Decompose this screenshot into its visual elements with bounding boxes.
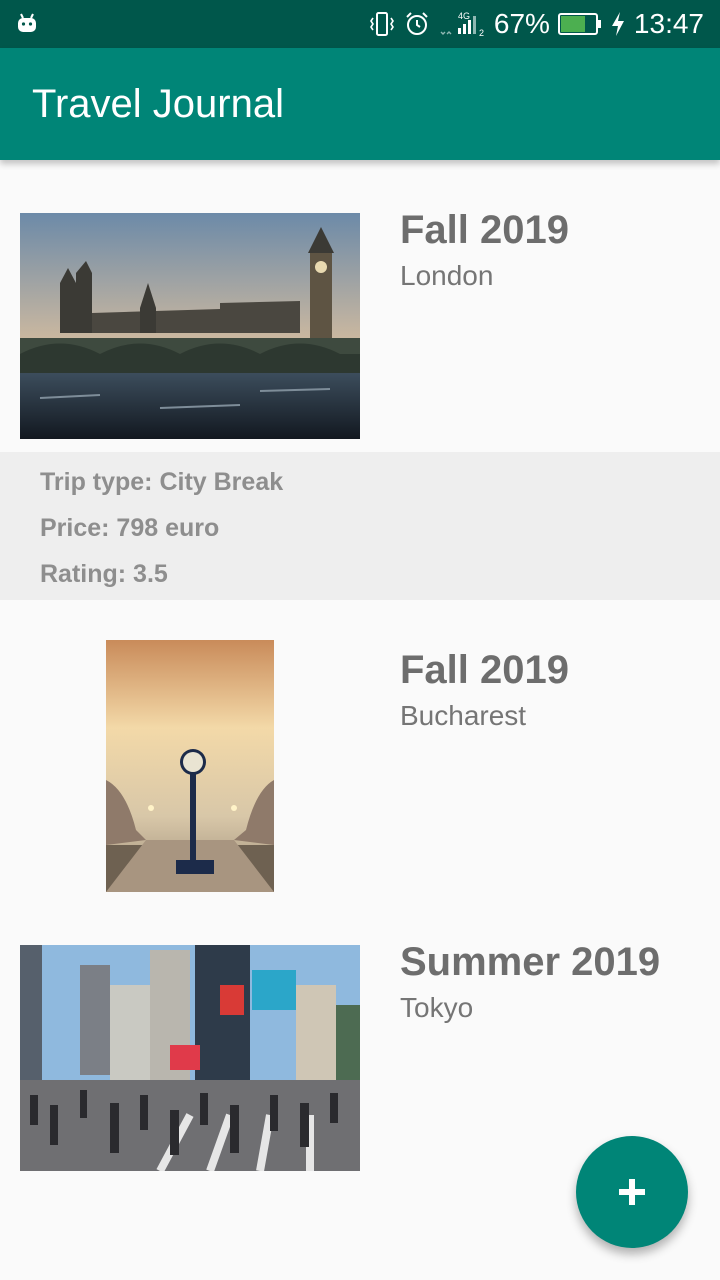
trip-season: Fall 2019	[400, 648, 570, 692]
status-time: 13:47	[633, 8, 704, 39]
trip-city: Tokyo	[400, 992, 474, 1023]
svg-text:4G: 4G	[458, 11, 470, 21]
alarm-icon	[406, 12, 428, 35]
status-bar: 4G 2 67% 13:47	[0, 0, 720, 48]
add-trip-button[interactable]	[576, 1136, 688, 1248]
trip-city: Bucharest	[400, 700, 527, 731]
app-title: Travel Journal	[32, 82, 284, 126]
bucharest-photo	[106, 640, 274, 892]
battery-icon	[557, 13, 601, 35]
app-bar: Travel Journal	[0, 48, 720, 160]
trip-list-item[interactable]: Fall 2019 Bucharest	[0, 600, 720, 920]
price-label: Price: 798 euro	[40, 514, 220, 542]
svg-text:2: 2	[479, 28, 484, 38]
battery-percent: 67%	[493, 8, 550, 39]
android-icon	[18, 13, 36, 32]
signal-icon: 4G 2	[440, 11, 484, 38]
trip-details-panel: Trip type: City Break Price: 798 euro Ra…	[0, 452, 720, 600]
tokyo-photo	[20, 945, 360, 1171]
charging-bolt-icon	[611, 12, 624, 36]
trip-season: Fall 2019	[400, 208, 570, 252]
vibrate-icon	[369, 12, 394, 36]
trip-season: Summer 2019	[400, 940, 661, 984]
trip-type-label: Trip type: City Break	[40, 468, 284, 496]
rating-label: Rating: 3.5	[40, 560, 168, 588]
trip-city: London	[400, 260, 494, 291]
london-photo	[20, 213, 360, 439]
plus-icon	[619, 1179, 645, 1205]
